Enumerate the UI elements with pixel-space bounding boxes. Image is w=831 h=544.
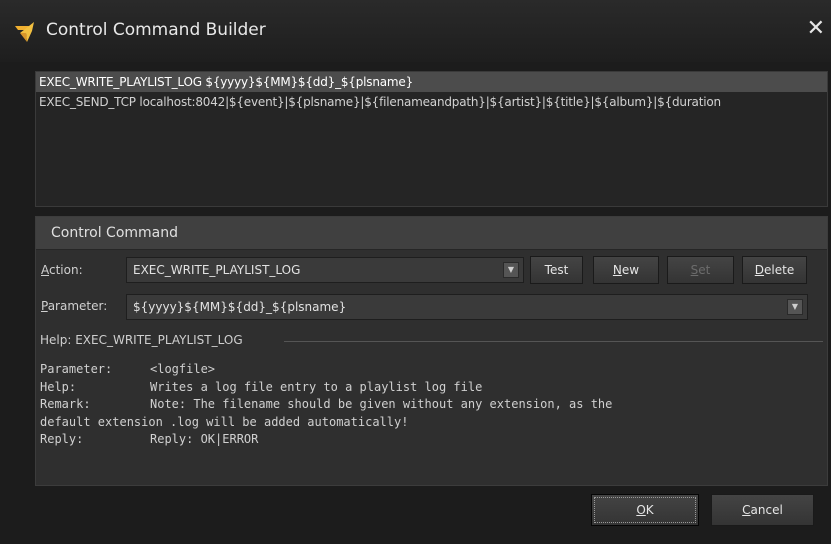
ok-button[interactable]: OK [591,494,699,526]
help-key: Help: [40,379,77,394]
action-value: EXEC_WRITE_PLAYLIST_LOG [133,263,301,277]
help-value: Writes a log file entry to a playlist lo… [150,379,483,394]
help-text: Parameter: <logfile> Help: Writes a log fi… [40,361,824,449]
control-command-header: Control Command [36,217,827,250]
chevron-down-icon[interactable]: ▼ [503,262,519,278]
parameter-label: Parameter: [41,299,108,313]
help-divider [284,341,823,342]
list-item[interactable]: EXEC_WRITE_PLAYLIST_LOG ${yyyy}${MM}${dd… [36,72,827,92]
delete-button[interactable]: Delete [742,256,807,284]
action-select[interactable]: EXEC_WRITE_PLAYLIST_LOG ▼ [126,257,524,283]
help-value: <logfile> [150,362,216,376]
control-command-panel: Control Command Action: EXEC_WRITE_PLAYL… [35,216,828,486]
app-icon [15,22,34,42]
control-command-heading: Control Command [51,225,179,241]
set-button[interactable]: Set [667,256,734,284]
close-icon[interactable]: ✕ [807,16,825,41]
parameter-input[interactable]: ${yyyy}${MM}${dd}_${plsname} ▼ [126,294,808,320]
help-key: Remark: [40,397,91,411]
help-title: Help: EXEC_WRITE_PLAYLIST_LOG [40,333,247,347]
window-title: Control Command Builder [46,20,266,40]
cancel-button[interactable]: Cancel [711,494,814,526]
help-key: Parameter: [40,362,113,376]
help-value: default extension .log will be added aut… [40,414,409,429]
title-bar: Control Command Builder ✕ [0,0,831,62]
list-item[interactable]: EXEC_SEND_TCP localhost:8042|${event}|${… [36,92,827,112]
action-label: Action: [41,263,83,277]
chevron-down-icon[interactable]: ▼ [787,299,803,315]
test-button[interactable]: Test [530,256,583,284]
help-value: Note: The filename should be given witho… [150,397,613,411]
help-value: Reply: OK|ERROR [150,432,259,446]
parameter-value: ${yyyy}${MM}${dd}_${plsname} [133,300,347,314]
new-button[interactable]: New [593,256,659,284]
command-list[interactable]: EXEC_WRITE_PLAYLIST_LOG ${yyyy}${MM}${dd… [35,71,828,207]
help-key: Reply: [40,432,84,446]
